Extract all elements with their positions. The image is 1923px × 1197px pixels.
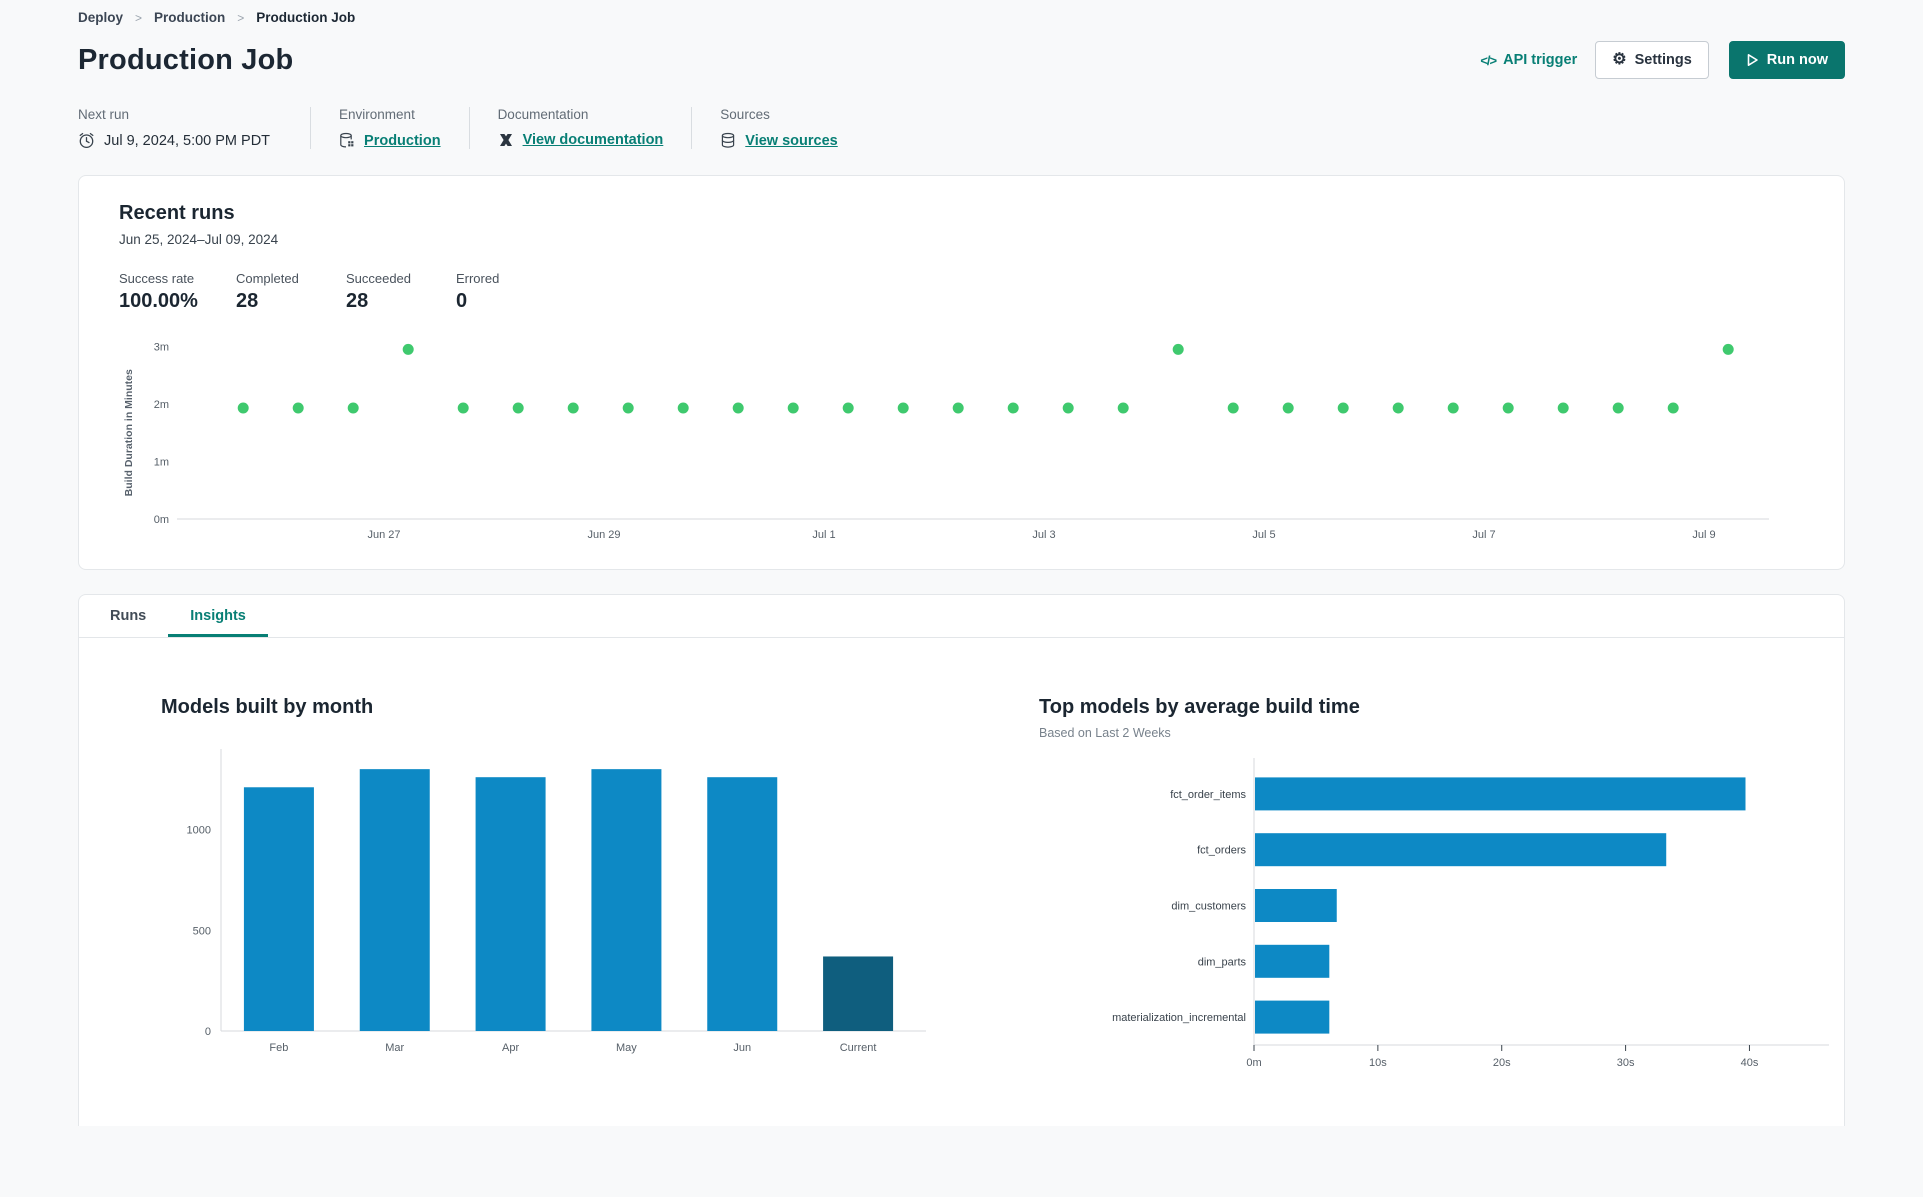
meta-label: Sources [720,107,770,122]
breadcrumb-current-page: Production Job [256,10,356,25]
meta-environment: Environment Production [310,107,469,149]
svg-text:dim_parts: dim_parts [1198,956,1247,968]
models-by-month-chart: 0 500 1000 Feb Mar Apr May Jun Current [161,739,951,1089]
svg-text:40s: 40s [1741,1057,1759,1069]
stat-errored: Errored 0 [456,271,528,313]
job-meta-row: Next run Jul 9, 2024, 5:00 PM PDT Enviro… [78,107,1845,149]
breadcrumb-separator-icon: > [237,10,245,25]
tabs: Runs Insights [79,595,1844,638]
tab-insights[interactable]: Insights [168,595,268,637]
api-trigger-label: API trigger [1503,52,1578,68]
svg-text:Current: Current [840,1042,877,1054]
page-header: Production Job </> API trigger ⚙ Setting… [78,41,1845,79]
run-now-label: Run now [1766,52,1828,68]
svg-text:2m: 2m [154,399,169,411]
clock-icon [78,132,95,149]
run-now-button[interactable]: Run now [1728,41,1845,79]
svg-text:fct_orders: fct_orders [1197,845,1246,857]
gear-icon: ⚙ [1612,51,1627,68]
recent-runs-card: Recent runs Jun 25, 2024–Jul 09, 2024 Su… [78,175,1845,570]
svg-text:materialization_incremental: materialization_incremental [1112,1012,1246,1024]
svg-text:Jul 1: Jul 1 [812,529,835,541]
meta-label: Documentation [497,107,589,122]
svg-text:Jul 7: Jul 7 [1472,529,1495,541]
job-detail-card: Runs Insights Models built by month 0 500… [78,594,1845,1126]
svg-text:Apr: Apr [502,1042,519,1054]
meta-label: Environment [339,107,415,122]
stat-label: Errored [455,271,500,286]
play-icon [1746,53,1759,67]
svg-text:30s: 30s [1617,1057,1635,1069]
svg-text:3m: 3m [154,342,169,354]
svg-text:Jun 27: Jun 27 [367,529,400,541]
svg-text:20s: 20s [1493,1057,1511,1069]
breadcrumb-deploy[interactable]: Deploy [78,10,123,25]
svg-text:dim_customers: dim_customers [1171,901,1246,913]
breadcrumb: Deploy > Production > Production Job [78,6,1845,25]
settings-button[interactable]: ⚙ Settings [1595,41,1709,79]
stat-label: Success rate [119,271,195,286]
insights-panel: Models built by month 0 500 1000 Feb Mar Apr M… [79,638,1844,1095]
code-brackets-icon: </> [1480,52,1497,68]
stat-value: 28 [235,290,259,312]
page-title: Production Job [78,43,294,76]
svg-text:1000: 1000 [187,825,211,837]
svg-text:0m: 0m [1246,1057,1261,1069]
breadcrumb-production[interactable]: Production [154,10,225,25]
api-trigger-link[interactable]: </> API trigger [1480,52,1577,68]
svg-text:0m: 0m [154,514,169,526]
settings-button-label: Settings [1634,52,1692,68]
svg-text:May: May [616,1042,637,1054]
svg-text:fct_order_items: fct_order_items [1170,789,1246,801]
models-by-month-block: Models built by month 0 500 1000 Feb Mar Apr M… [161,696,951,1095]
svg-text:Jul 3: Jul 3 [1032,529,1055,541]
top-models-block: Top models by average build time Based o… [1039,696,1839,1095]
svg-text:Build Duration in Minutes: Build Duration in Minutes [123,369,135,496]
models-by-month-title: Models built by month [161,696,374,718]
tab-runs[interactable]: Runs [88,595,168,637]
stat-value: 0 [455,290,468,312]
stat-succeeded: Succeeded 28 [346,271,418,313]
recent-runs-date-range: Jun 25, 2024–Jul 09, 2024 [119,232,279,247]
svg-text:Jun 29: Jun 29 [587,529,620,541]
stat-value: 28 [345,290,369,312]
job-page: Deploy > Production > Production Job Pro… [0,0,1923,1126]
environment-link[interactable]: Production [364,133,441,149]
svg-text:10s: 10s [1369,1057,1387,1069]
recent-runs-stats: Success rate 100.00% Completed 28 Succee… [119,271,1804,313]
breadcrumb-separator-icon: > [135,10,143,25]
svg-text:Jul 9: Jul 9 [1692,529,1715,541]
view-documentation-link[interactable]: View documentation [523,132,664,148]
next-run-value: Jul 9, 2024, 5:00 PM PDT [104,132,271,149]
header-actions: </> API trigger ⚙ Settings Run now [1480,41,1845,79]
svg-text:Jun: Jun [733,1042,751,1054]
stat-success-rate: Success rate 100.00% [119,271,198,313]
view-sources-link[interactable]: View sources [745,133,837,149]
svg-text:Mar: Mar [385,1042,404,1054]
svg-text:Jul 5: Jul 5 [1252,529,1275,541]
dbt-logo-icon [498,132,514,148]
svg-text:1m: 1m [154,457,169,469]
top-models-title: Top models by average build time [1039,696,1360,718]
meta-next-run: Next run Jul 9, 2024, 5:00 PM PDT [78,107,310,149]
top-models-chart: 0m 10s 20s 30s 40s fct_order_items fct_ordersd… [1039,750,1839,1095]
svg-text:500: 500 [193,925,211,937]
recent-runs-title: Recent runs [119,202,235,224]
database-icon [720,132,736,149]
meta-sources: Sources View sources [691,107,865,149]
stat-completed: Completed 28 [236,271,308,313]
svg-text:0: 0 [205,1026,211,1038]
stat-label: Completed [235,271,299,286]
environment-database-icon [339,132,355,149]
stat-value: 100.00% [119,290,198,312]
top-models-subtitle: Based on Last 2 Weeks [1039,726,1171,740]
svg-text:Feb: Feb [269,1042,288,1054]
meta-label: Next run [78,107,130,122]
stat-label: Succeeded [345,271,412,286]
meta-documentation: Documentation View documentation [468,107,692,149]
build-duration-scatter-chart[interactable]: 0m 1m 2m 3m Jun 27 Jun 29 Jul 1 Jul 3 Jul 5 Jul 7… [119,339,1804,551]
